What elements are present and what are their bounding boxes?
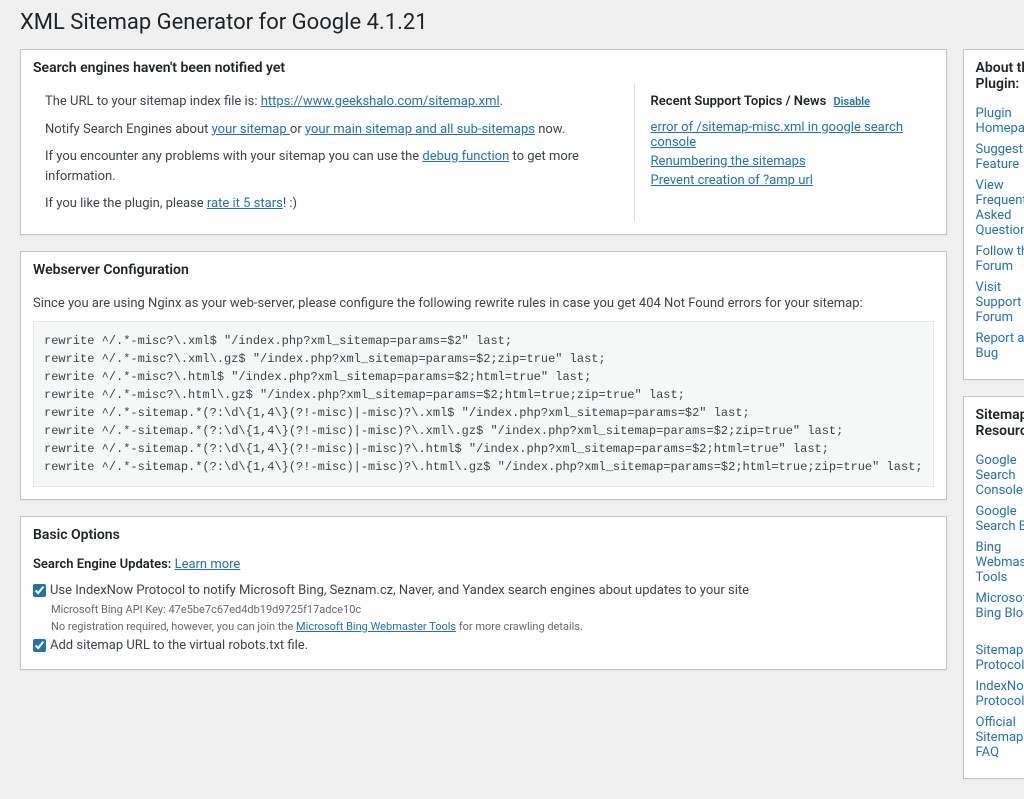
page-title: XML Sitemap Generator for Google 4.1.21: [20, 10, 1004, 35]
notify-your-sitemap-link[interactable]: your sitemap: [212, 122, 290, 137]
about-link[interactable]: Report a Bug: [976, 331, 1024, 361]
notify-line3: If you encounter any problems with your …: [45, 147, 610, 186]
notify-all-sitemaps-link[interactable]: your main sitemap and all sub-sitemaps: [305, 122, 535, 137]
support-item[interactable]: Prevent creation of ?amp url: [651, 173, 813, 188]
resource-link[interactable]: Official Sitemaps FAQ: [976, 715, 1024, 760]
resource-link[interactable]: IndexNow Protocol: [976, 679, 1024, 709]
bing-key: Microsoft Bing API Key: 47e5be7c67ed4db1…: [51, 602, 934, 617]
notify-box: Search engines haven't been notified yet…: [20, 49, 947, 235]
about-plugin-box: About this Plugin: Plugin Homepage Sugge…: [963, 49, 1024, 380]
resource-link[interactable]: Microsoft Bing Blog: [976, 591, 1024, 621]
webserver-intro: Since you are using Nginx as your web-se…: [33, 294, 934, 314]
support-item[interactable]: Renumbering the sitemaps: [651, 154, 806, 169]
opt-indexnow[interactable]: Use IndexNow Protocol to notify Microsof…: [33, 583, 934, 598]
resource-link[interactable]: Sitemaps Protocol: [976, 643, 1024, 673]
about-heading: About this Plugin:: [964, 50, 1024, 92]
notify-heading: Search engines haven't been notified yet: [21, 50, 946, 76]
rewrite-rules: rewrite ^/.*-misc?\.xml$ "/index.php?xml…: [33, 321, 934, 487]
debug-function-link[interactable]: debug function: [422, 149, 509, 164]
opt-robots-checkbox[interactable]: [33, 639, 46, 652]
notify-line4: If you like the plugin, please rate it 5…: [45, 194, 610, 214]
webserver-box: Webserver Configuration Since you are us…: [20, 251, 947, 501]
about-link[interactable]: Follow the Forum: [976, 244, 1024, 274]
about-link[interactable]: Suggest a Feature: [976, 142, 1024, 172]
bing-note: No registration required, however, you c…: [51, 619, 934, 634]
search-engine-updates-heading: Search Engine Updates: Learn more: [33, 555, 934, 575]
about-link[interactable]: Plugin Homepage: [976, 106, 1024, 136]
rate-link[interactable]: rate it 5 stars: [207, 196, 283, 211]
resource-link[interactable]: Bing Webmaster Tools: [976, 540, 1024, 585]
sitemap-url-link[interactable]: https://www.geekshalo.com/sitemap.xml: [261, 94, 500, 109]
support-item[interactable]: error of /sitemap-misc.xml in google sea…: [651, 120, 903, 150]
opt-robots[interactable]: Add sitemap URL to the virtual robots.tx…: [33, 638, 934, 653]
opt-indexnow-checkbox[interactable]: [33, 584, 46, 597]
resource-link[interactable]: Google Search Console: [976, 453, 1023, 498]
support-disable-link[interactable]: Disable: [834, 95, 871, 108]
notify-line1: The URL to your sitemap index file is: h…: [45, 92, 610, 112]
webserver-heading: Webserver Configuration: [21, 252, 946, 278]
about-link[interactable]: View Frequently Asked Questions: [976, 178, 1024, 238]
resources-heading: Sitemap Resources:: [964, 397, 1024, 439]
sitemap-resources-box: Sitemap Resources: Google Search Console…: [963, 396, 1024, 779]
bing-webmaster-link[interactable]: Microsoft Bing Webmaster Tools: [296, 620, 456, 633]
notify-line2: Notify Search Engines about your sitemap…: [45, 120, 610, 140]
basic-heading: Basic Options: [21, 517, 946, 543]
about-link[interactable]: Visit Support Forum: [976, 280, 1022, 325]
support-list: error of /sitemap-misc.xml in google sea…: [651, 120, 934, 188]
support-heading: Recent Support Topics / News Disable: [651, 92, 934, 112]
basic-options-box: Basic Options Search Engine Updates: Lea…: [20, 516, 947, 670]
learn-more-link[interactable]: Learn more: [175, 557, 241, 572]
